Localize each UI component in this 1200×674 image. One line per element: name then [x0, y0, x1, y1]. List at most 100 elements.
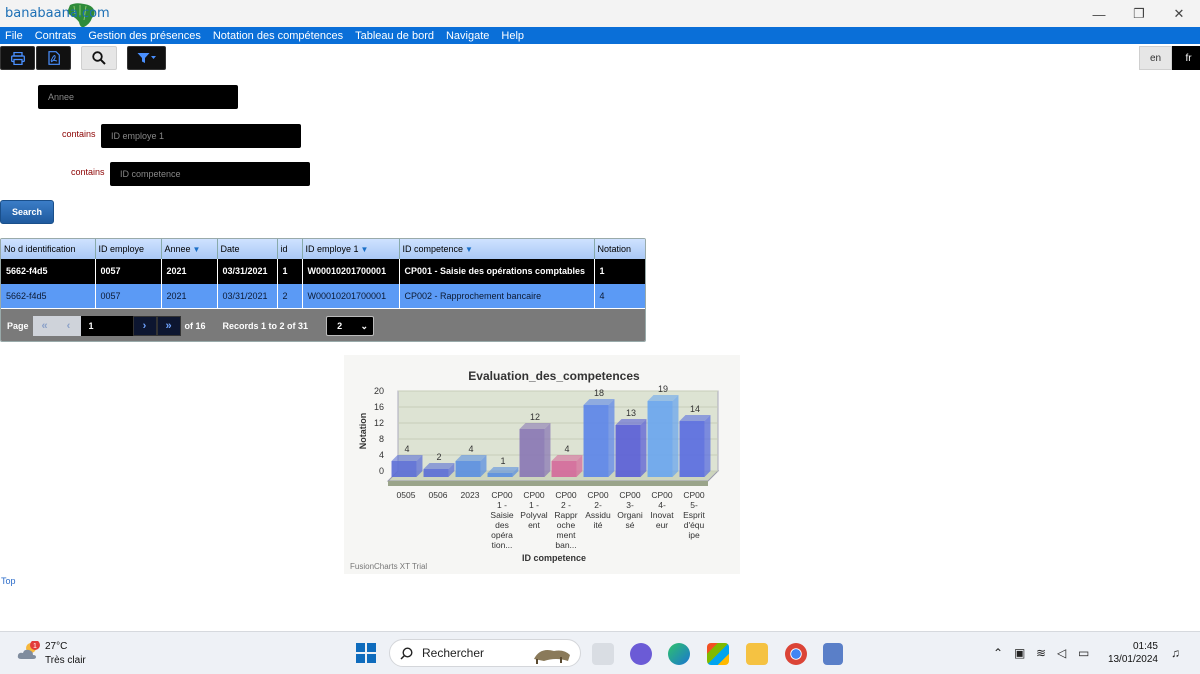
last-page-button[interactable]: » [156, 316, 181, 336]
x-tick-label: opéra [491, 530, 513, 540]
column-header-id-competence[interactable]: ID competence ▼ [399, 239, 595, 259]
bar-value-label: 14 [690, 404, 700, 414]
column-header-id[interactable]: id [277, 239, 303, 259]
bar-value-label: 4 [404, 444, 409, 454]
y-tick-label: 12 [374, 418, 384, 428]
column-filter-icon[interactable]: ▼ [361, 245, 369, 254]
column-header-no-identification[interactable]: No d identification [1, 239, 96, 259]
column-header-annee[interactable]: Annee ▼ [161, 239, 218, 259]
chart-bar-side [640, 419, 647, 477]
menu-navigate[interactable]: Navigate [446, 30, 489, 42]
edge-icon[interactable] [668, 643, 690, 665]
column-header-id-employe-1[interactable]: ID employe 1 ▼ [302, 239, 400, 259]
table-cell: 4 [594, 283, 645, 308]
table-cell: CP001 - Saisie des opérations comptables [399, 259, 595, 284]
chart-bar-side [608, 399, 615, 477]
chart-bar-side [672, 395, 679, 477]
chrome-icon[interactable] [785, 643, 807, 665]
search-highlight-icon [534, 650, 570, 664]
clock-time: 01:45 [1132, 641, 1158, 652]
bar-value-label: 12 [530, 412, 540, 422]
file-explorer-icon[interactable] [746, 643, 768, 665]
weather-desc: Très clair [45, 655, 86, 666]
top-link[interactable]: Top [1, 576, 16, 586]
prev-page-button[interactable]: ‹ [56, 316, 81, 336]
table-row[interactable]: 5662-f4d5 0057 2021 03/31/2021 1 W000102… [1, 259, 645, 284]
lang-en-button[interactable]: en [1139, 46, 1172, 70]
column-header-notation[interactable]: Notation [594, 239, 645, 259]
chart-bar [679, 421, 705, 477]
evaluation-chart: 0 4 8 12 16 20 Evaluation_des_competences Notat… [344, 355, 740, 574]
volume-icon[interactable]: ◁ [1057, 646, 1066, 660]
y-tick-label: 20 [374, 386, 384, 396]
column-header-date[interactable]: Date [217, 239, 278, 259]
x-tick-label: 1 - [529, 500, 539, 510]
store-icon[interactable] [707, 643, 729, 665]
table-cell: W00010201700001 [302, 283, 400, 308]
search-toggle-button[interactable] [81, 46, 117, 70]
table-row[interactable]: 5662-f4d5 0057 2021 03/31/2021 2 W000102… [1, 283, 645, 308]
chart-bar [519, 429, 545, 477]
chevron-up-icon[interactable]: ⌃ [993, 646, 1003, 660]
title-bar: banabaana.com — ❐ ✕ [0, 0, 1200, 28]
weather-temp: 27°C [45, 641, 68, 652]
menu-tableau-de-bord[interactable]: Tableau de bord [355, 30, 434, 42]
table-cell: 1 [594, 259, 645, 284]
next-page-button[interactable]: › [132, 316, 157, 336]
print-button[interactable] [0, 46, 35, 70]
column-header-id-employe[interactable]: ID employe [95, 239, 162, 259]
pdf-button[interactable] [36, 46, 71, 70]
bar-value-label: 1 [500, 456, 505, 466]
notification-badge: 1 [33, 643, 37, 650]
records-label: Records 1 to 2 of 31 [222, 321, 309, 331]
bar-value-label: 19 [658, 384, 668, 394]
page-label: Page [7, 321, 29, 331]
lang-fr-button[interactable]: fr [1172, 46, 1200, 70]
menu-notation-competences[interactable]: Notation des compétences [213, 30, 343, 42]
screen-capture-icon[interactable]: ▣ [1014, 646, 1025, 660]
x-tick-label: 3- [626, 500, 634, 510]
chart-bar [487, 473, 513, 477]
search-button[interactable]: Search [0, 200, 54, 224]
pdf-icon [47, 51, 60, 65]
x-tick-label: Organi [617, 510, 643, 520]
x-tick-label: Polyval [520, 510, 548, 520]
windows-start-icon[interactable] [356, 643, 376, 663]
menu-contrats[interactable]: Contrats [35, 30, 77, 42]
close-button[interactable]: ✕ [1164, 4, 1194, 24]
app-icon[interactable] [823, 643, 843, 665]
x-tick-label: 0505 [397, 490, 416, 500]
page-size-select[interactable]: 2 ⌄ [326, 316, 375, 336]
x-tick-label: ban... [555, 540, 576, 550]
id-competence-filter-input[interactable]: ID competence [110, 162, 310, 186]
bar-chart-svg: 048121620Evaluation_des_competencesNotat… [350, 369, 720, 571]
y-tick-label: 16 [374, 402, 384, 412]
wifi-icon[interactable]: ≋ [1036, 646, 1046, 660]
annee-filter-input[interactable]: Annee [38, 85, 238, 109]
battery-icon[interactable]: ▭ [1078, 646, 1089, 660]
filter-button[interactable] [127, 46, 166, 70]
menu-help[interactable]: Help [501, 30, 524, 42]
weather-icon[interactable]: 1 [17, 641, 41, 663]
task-view-icon[interactable] [592, 643, 614, 665]
x-tick-label: 5- [690, 500, 698, 510]
clock-date: 13/01/2024 [1107, 654, 1158, 665]
menu-gestion-presences[interactable]: Gestion des présences [88, 30, 201, 42]
data-grid: No d identification ID employe Annee ▼ Da… [0, 238, 646, 342]
first-page-button[interactable]: « [32, 316, 57, 336]
table-cell: CP002 - Rapprochement bancaire [399, 283, 595, 308]
taskbar-search-input[interactable]: Rechercher [389, 639, 581, 667]
notification-bell-icon[interactable]: ♫ [1171, 646, 1180, 660]
menu-file[interactable]: File [5, 30, 23, 42]
chart-bar [551, 461, 577, 477]
minimize-button[interactable]: — [1084, 4, 1114, 24]
column-filter-icon[interactable]: ▼ [193, 245, 201, 254]
teams-chat-icon[interactable] [630, 643, 652, 665]
id-employe-filter-input[interactable]: ID employe 1 [101, 124, 301, 148]
maximize-button[interactable]: ❐ [1124, 4, 1154, 24]
column-filter-icon[interactable]: ▼ [465, 245, 473, 254]
table-cell: W00010201700001 [302, 259, 400, 284]
language-switcher: en fr [1139, 46, 1200, 70]
system-clock[interactable]: 01:45 13/01/2024 [1106, 640, 1158, 666]
page-number-input[interactable]: 1 [80, 316, 133, 336]
